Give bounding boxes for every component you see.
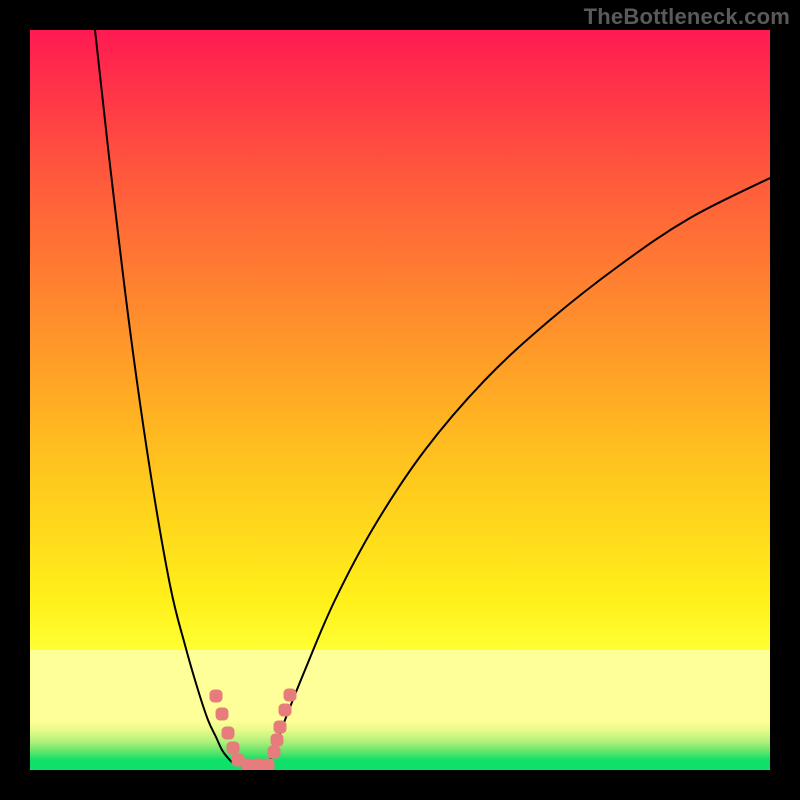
highlight-marker (268, 746, 280, 758)
curve-left-branch (95, 30, 238, 765)
highlight-marker (262, 759, 274, 770)
highlight-marker (210, 690, 222, 702)
highlight-marker (279, 704, 291, 716)
curve-svg (30, 30, 770, 770)
highlight-marker (227, 742, 239, 754)
curve-right-branch (268, 178, 770, 765)
chart-frame: TheBottleneck.com (0, 0, 800, 800)
watermark-text: TheBottleneck.com (584, 4, 790, 30)
highlight-marker (274, 721, 286, 733)
highlight-marker (216, 708, 228, 720)
highlight-marker (284, 689, 296, 701)
plot-area (30, 30, 770, 770)
marker-group (210, 689, 296, 770)
highlight-marker (222, 727, 234, 739)
highlight-marker (271, 734, 283, 746)
